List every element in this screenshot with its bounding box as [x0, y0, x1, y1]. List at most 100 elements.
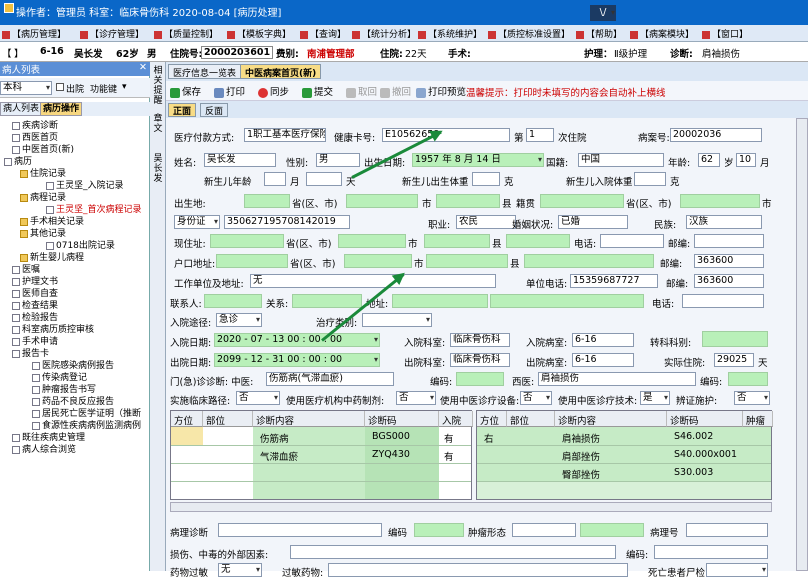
hukou-city-field[interactable]: [344, 254, 412, 268]
tab-info-overview[interactable]: 医疗信息一览表: [168, 64, 242, 79]
sync-button[interactable]: 同步: [258, 84, 289, 98]
tree-item[interactable]: 食源性疾病病例监测病例: [32, 421, 141, 432]
tree-item[interactable]: 手术申请: [12, 337, 58, 348]
age-field[interactable]: 62: [698, 153, 720, 167]
tree-item[interactable]: 护理文书: [12, 277, 58, 288]
tree-item[interactable]: 肿瘤报告书写: [32, 385, 96, 396]
hukou-county-field[interactable]: [426, 254, 508, 268]
tree-item[interactable]: 检查结果: [12, 301, 58, 312]
admit-dept-field[interactable]: 临床骨伤科: [450, 333, 510, 347]
tree-item[interactable]: 居民死亡医学证明（推断: [32, 409, 141, 420]
name-field[interactable]: 吴长发: [204, 153, 276, 167]
tree-item[interactable]: 住院记录: [20, 169, 66, 180]
tree-item[interactable]: 新生婴儿病程: [20, 253, 84, 264]
print-preview-button[interactable]: 打印预览: [416, 84, 466, 98]
transfer-field[interactable]: [702, 331, 768, 347]
tree-item[interactable]: 中医首页(新): [12, 145, 74, 156]
nation-field[interactable]: 中国: [578, 153, 664, 167]
id-field[interactable]: 350627195708142019: [224, 215, 350, 229]
addr-county-field[interactable]: [424, 234, 490, 248]
clinic-tcm-field[interactable]: 伤筋病(气滞血瘀): [266, 372, 394, 386]
print-button[interactable]: 打印: [214, 84, 245, 98]
tree-item[interactable]: 其他记录: [20, 229, 66, 240]
dept-select[interactable]: 本科: [0, 81, 52, 95]
table-cell[interactable]: 臀部挫伤: [559, 465, 603, 481]
func-key-button[interactable]: 功能键: [90, 82, 117, 95]
route-select[interactable]: 急诊: [216, 313, 262, 327]
horizontal-scrollbar[interactable]: [170, 502, 772, 512]
path-select[interactable]: 否: [236, 391, 280, 405]
tree-item[interactable]: 王灵坚_入院记录: [46, 181, 124, 192]
contact-phone-field[interactable]: [682, 294, 764, 308]
tree-item[interactable]: 0718出院记录: [46, 241, 115, 252]
baby-age-month-field[interactable]: [264, 172, 286, 186]
tree-item[interactable]: 既往疾病史管理: [12, 433, 85, 444]
autopsy-select[interactable]: [706, 563, 768, 577]
tumor-field[interactable]: [512, 523, 576, 537]
table-cell[interactable]: BGS000: [369, 429, 413, 445]
pathology-field[interactable]: [218, 523, 382, 537]
table-cell[interactable]: 伤筋病: [257, 429, 292, 445]
hukou-prov-field[interactable]: [216, 254, 288, 268]
chevron-down-icon[interactable]: ▾: [122, 82, 127, 92]
post-field[interactable]: [694, 234, 764, 248]
tree-item[interactable]: 病历: [4, 157, 32, 168]
tree-item[interactable]: 检验报告: [12, 313, 58, 324]
west-code[interactable]: [728, 372, 768, 386]
tree-item[interactable]: 报告卡: [12, 349, 49, 360]
vtab-reminder[interactable]: 相关提醒: [152, 66, 164, 106]
tumor-code[interactable]: [580, 523, 644, 537]
tree-item[interactable]: 医师自查: [12, 289, 58, 300]
vtab-patient[interactable]: 吴长发: [152, 154, 164, 184]
sex-field[interactable]: 男: [316, 153, 360, 167]
menu-item-query[interactable]: 【查询】: [300, 27, 346, 40]
menu-item-help[interactable]: 【帮助】: [576, 27, 622, 40]
close-icon[interactable]: ✕: [139, 62, 147, 73]
actual-field[interactable]: 29025: [714, 353, 754, 367]
allergy-select[interactable]: 无: [218, 563, 262, 577]
save-button[interactable]: 保存: [170, 84, 201, 98]
path-no-field[interactable]: [686, 523, 768, 537]
tree-item[interactable]: 医嘱: [12, 265, 40, 276]
table-cell[interactable]: 有: [441, 429, 457, 445]
tree-item[interactable]: 医院感染病例报告: [32, 361, 114, 372]
table-cell[interactable]: ZYQ430: [369, 447, 413, 463]
tree-item[interactable]: 传染病登记: [32, 373, 87, 384]
withdraw-button[interactable]: 撤回: [380, 84, 411, 98]
table-cell[interactable]: 肩袖损伤: [559, 429, 603, 445]
tree-item[interactable]: 病人综合浏览: [12, 445, 76, 456]
birth-date-field[interactable]: 1957 年 8 月 14 日: [412, 153, 544, 167]
birth-county-field[interactable]: [436, 194, 500, 208]
table-cell[interactable]: 有: [441, 447, 457, 463]
addr-prov-field[interactable]: [210, 234, 284, 248]
native-city-field[interactable]: [680, 194, 760, 208]
tree-item[interactable]: 手术相关记录: [20, 217, 84, 228]
menu-item-window[interactable]: 【窗口】: [702, 27, 748, 40]
tcm-equip-select[interactable]: 否: [520, 391, 552, 405]
clinic-tcm-code[interactable]: [456, 372, 504, 386]
menu-item-system[interactable]: 【系统维护】: [418, 27, 482, 40]
table-cell[interactable]: S46.002: [671, 429, 716, 445]
tree-item[interactable]: 病程记录: [20, 193, 66, 204]
treat-select[interactable]: [362, 313, 432, 327]
table-cell[interactable]: 气滞血瘀: [257, 447, 301, 463]
phone-field[interactable]: [600, 234, 664, 248]
tcm-drug-select[interactable]: 否: [396, 391, 436, 405]
tree-item-selected[interactable]: 王灵坚_首次病程记录: [46, 205, 142, 216]
admit-ward-field[interactable]: 6-16: [572, 333, 634, 347]
menu-item-quality[interactable]: 【质量控制】: [154, 27, 218, 40]
west-field[interactable]: 肩袖损伤: [538, 372, 696, 386]
syndrome-select[interactable]: 否: [734, 391, 770, 405]
table-cell[interactable]: S30.003: [671, 465, 716, 481]
id-type-select[interactable]: 身份证: [174, 215, 220, 229]
tree-item[interactable]: 疾病诊断: [12, 121, 58, 132]
discharge-ward-field[interactable]: 6-16: [572, 353, 634, 367]
menu-item-record[interactable]: 【病历管理】: [2, 27, 66, 40]
work-field[interactable]: 无: [250, 274, 496, 288]
window-dropdown-button[interactable]: \/: [590, 5, 616, 21]
tab-patient-list[interactable]: 病人列表: [0, 102, 43, 116]
menu-item-case[interactable]: 【病案模块】: [630, 27, 694, 40]
table-cell[interactable]: S40.000x001: [671, 447, 740, 463]
pay-field[interactable]: 1职工基本医疗保险: [244, 128, 326, 142]
menu-item-diagnosis[interactable]: 【诊疗管理】: [80, 27, 144, 40]
